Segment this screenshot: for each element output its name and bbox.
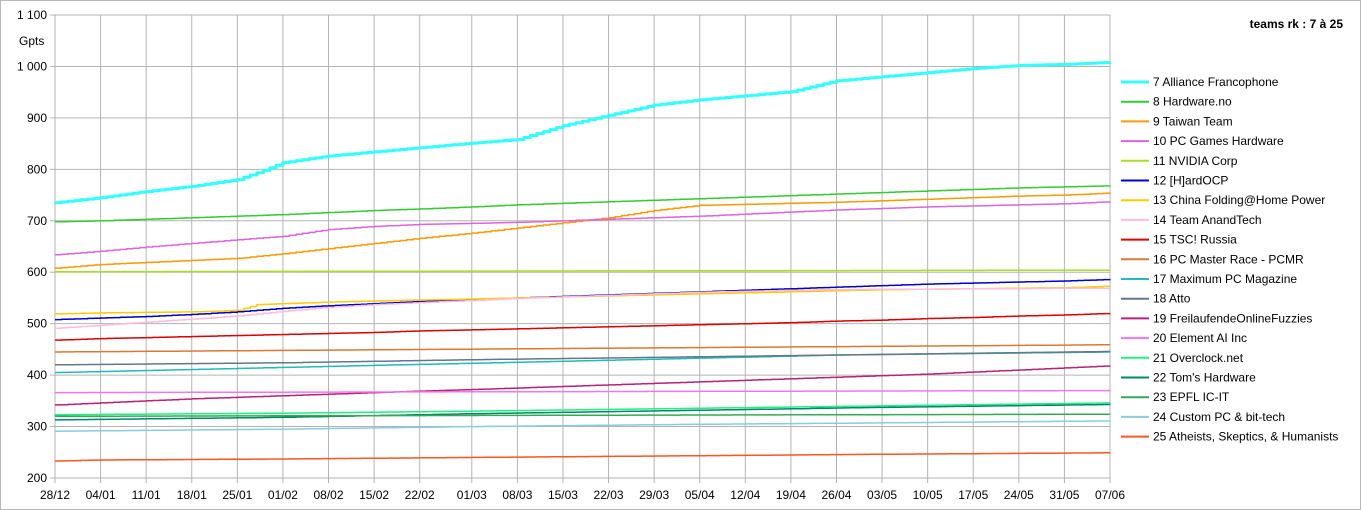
legend-entry-label: 7 Alliance Francophone: [1153, 75, 1279, 89]
y-tick-label: 900: [27, 111, 47, 125]
x-tick-label: 24/05: [1004, 488, 1034, 502]
legend-entry-label: 13 China Folding@Home Power: [1153, 193, 1325, 207]
x-tick-label: 08/03: [502, 488, 532, 502]
legend-entry-label: 9 Taiwan Team: [1153, 114, 1233, 128]
x-tick-label: 08/02: [314, 488, 344, 502]
legend-entry-label: 25 Atheists, Skeptics, & Humanists: [1153, 430, 1338, 444]
legend-entry-label: 24 Custom PC & bit-tech: [1153, 410, 1285, 424]
line-chart: 200 300 400 500 600 700 800 900 1 000 1 100 28/12 0…: [17, 8, 1338, 502]
x-tick-label: 17/05: [958, 488, 988, 502]
y-tick-label: 200: [27, 471, 47, 485]
plot-area: [55, 15, 1110, 478]
legend-entry-label: 23 EPFL IC-IT: [1153, 390, 1230, 404]
x-tick-label: 19/04: [776, 488, 806, 502]
x-tick-label: 05/04: [685, 488, 715, 502]
x-tick-label: 29/03: [639, 488, 669, 502]
y-tick-label: 1 100: [17, 8, 47, 22]
x-tick-label: 25/01: [222, 488, 252, 502]
x-tick-label: 22/03: [594, 488, 624, 502]
legend-entry-label: 18 Atto: [1153, 292, 1191, 306]
legend-entry-label: 19 FreilaufendeOnlineFuzzies: [1153, 311, 1312, 325]
x-tick-label: 03/05: [867, 488, 897, 502]
x-tick-label: 15/02: [359, 488, 389, 502]
y-tick-label: 400: [27, 368, 47, 382]
x-tick-label: 22/02: [405, 488, 435, 502]
y-tick-label: 500: [27, 317, 47, 331]
x-tick-label: 04/01: [86, 488, 116, 502]
y-tick-label: 600: [27, 265, 47, 279]
legend-entry-label: 16 PC Master Race - PCMR: [1153, 252, 1304, 266]
y-tick-label: 800: [27, 162, 47, 176]
x-tick-label: 28/12: [40, 488, 70, 502]
x-tick-label: 11/01: [132, 488, 161, 502]
x-tick-label: 31/05: [1049, 488, 1079, 502]
legend-entry-label: 21 Overclock.net: [1153, 351, 1244, 365]
x-tick-label: 26/04: [821, 488, 851, 502]
x-tick-label: 07/06: [1095, 488, 1125, 502]
x-tick-label: 15/03: [548, 488, 578, 502]
legend-entry-label: 11 NVIDIA Corp: [1153, 154, 1238, 168]
y-tick-label: 700: [27, 214, 47, 228]
x-tick-label: 01/02: [268, 488, 298, 502]
legend-entry-label: 14 Team AnandTech: [1153, 213, 1262, 227]
x-tick-label: 12/04: [730, 488, 760, 502]
x-tick-label: 01/03: [457, 488, 487, 502]
x-tick-label: 18/01: [177, 488, 207, 502]
y-tick-label: 300: [27, 420, 47, 434]
legend-entry-label: 12 [H]ardOCP: [1153, 174, 1228, 188]
y-tick-label: 1 000: [17, 59, 47, 73]
legend-entry-label: 22 Tom's Hardware: [1153, 371, 1256, 385]
legend-entry-label: 20 Element AI Inc: [1153, 331, 1247, 345]
legend-entry-label: 15 TSC! Russia: [1153, 233, 1237, 247]
x-tick-label: 10/05: [913, 488, 943, 502]
legend-entry-label: 17 Maximum PC Magazine: [1153, 272, 1297, 286]
legend-entry-label: 10 PC Games Hardware: [1153, 134, 1284, 148]
legend-entry-label: 8 Hardware.no: [1153, 95, 1232, 109]
